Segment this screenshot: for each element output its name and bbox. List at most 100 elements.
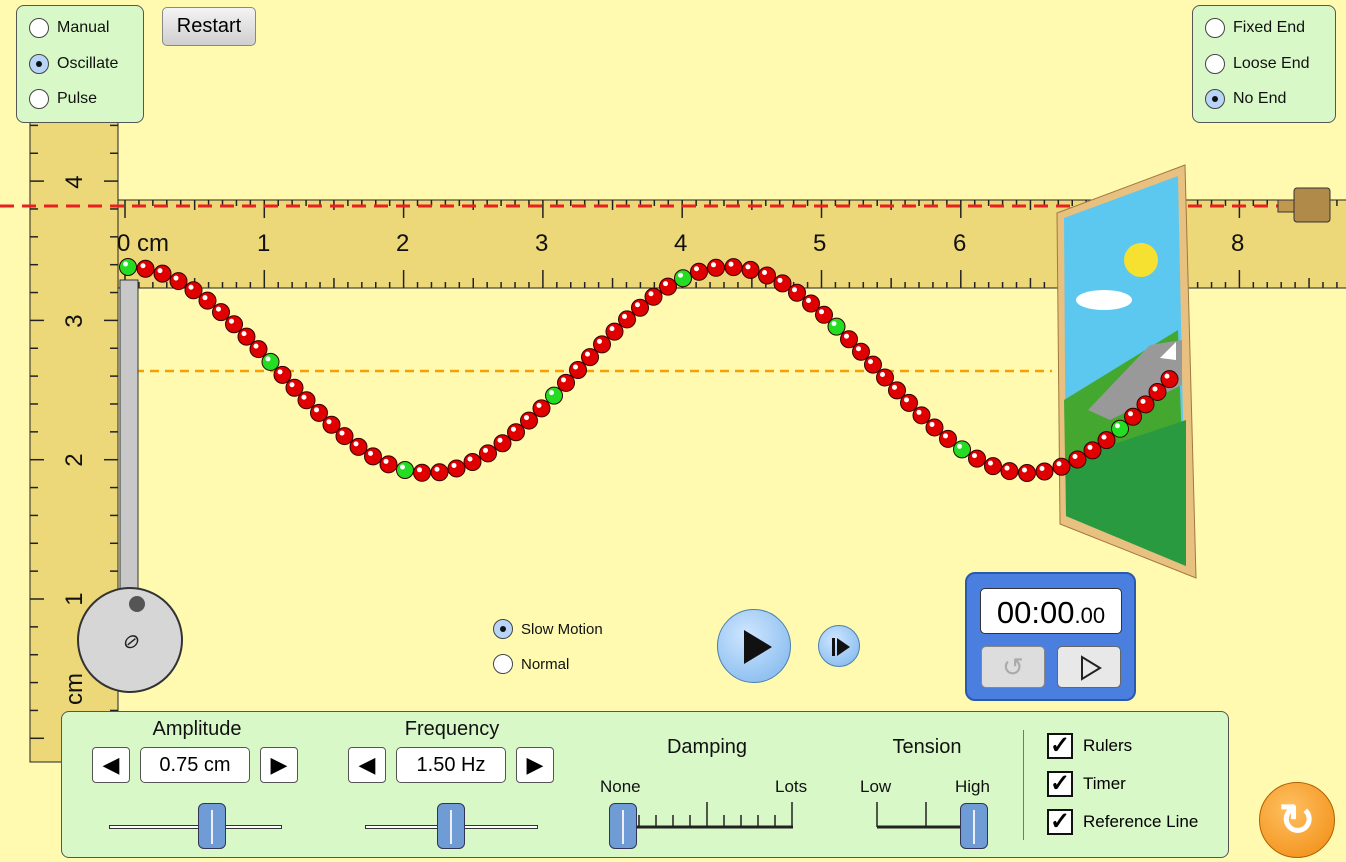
marker-bead[interactable] xyxy=(953,440,971,459)
frequency-slider-thumb[interactable] xyxy=(437,803,465,849)
fixed-end-radio[interactable]: Fixed End xyxy=(1205,18,1305,38)
string-bead[interactable] xyxy=(225,315,243,334)
string-bead[interactable] xyxy=(212,303,230,322)
string-bead[interactable] xyxy=(273,365,292,384)
normal-speed-radio[interactable]: Normal xyxy=(493,654,569,674)
string-bead[interactable] xyxy=(690,262,708,281)
string-bead[interactable] xyxy=(413,463,431,482)
string-bead[interactable] xyxy=(900,393,918,412)
timer-start-button[interactable] xyxy=(1057,646,1121,688)
bead-highlight xyxy=(762,269,767,275)
string-bead[interactable] xyxy=(349,437,368,456)
string-bead[interactable] xyxy=(707,258,725,277)
no-end-radio[interactable]: No End xyxy=(1205,89,1286,109)
tension-slider-thumb[interactable] xyxy=(960,803,988,849)
marker-bead[interactable] xyxy=(119,258,137,276)
string-bead[interactable] xyxy=(593,335,611,354)
amplitude-value[interactable]: 0.75 cm xyxy=(140,747,250,783)
string-bead[interactable] xyxy=(430,463,449,482)
string-bead[interactable] xyxy=(968,449,986,468)
string-bead[interactable] xyxy=(532,399,551,418)
string-bead[interactable] xyxy=(1068,450,1087,469)
string-bead[interactable] xyxy=(1148,382,1167,401)
frequency-value[interactable]: 1.50 Hz xyxy=(396,747,506,783)
string-bead[interactable] xyxy=(463,453,482,472)
marker-bead[interactable] xyxy=(545,386,563,405)
marker-bead[interactable] xyxy=(261,352,280,371)
wheel-pin xyxy=(129,596,145,612)
marker-bead[interactable] xyxy=(827,317,846,336)
string-bead[interactable] xyxy=(1052,457,1071,476)
string-bead[interactable] xyxy=(605,322,624,341)
string-bead[interactable] xyxy=(479,444,497,463)
string-bead[interactable] xyxy=(852,342,870,361)
string-bead[interactable] xyxy=(724,258,743,277)
string-bead[interactable] xyxy=(1160,370,1179,389)
string-bead[interactable] xyxy=(297,391,316,410)
mode-oscillate-radio[interactable]: Oscillate xyxy=(29,54,118,74)
string-bead[interactable] xyxy=(912,406,931,425)
string-bead[interactable] xyxy=(1018,463,1036,482)
string-bead[interactable] xyxy=(864,355,882,374)
stopwatch[interactable]: 00:00.00 ↺ xyxy=(965,572,1136,701)
marker-bead[interactable] xyxy=(396,461,414,480)
string-bead[interactable] xyxy=(659,277,677,296)
string-bead[interactable] xyxy=(631,298,649,317)
string-bead[interactable] xyxy=(581,348,599,367)
frequency-increase-button[interactable]: ▶ xyxy=(516,747,554,783)
play-button[interactable] xyxy=(717,609,791,683)
string-bead[interactable] xyxy=(1124,407,1142,426)
damping-slider-thumb[interactable] xyxy=(609,803,637,849)
string-bead[interactable] xyxy=(925,418,944,437)
string-bead[interactable] xyxy=(153,264,172,283)
mode-manual-radio[interactable]: Manual xyxy=(29,18,109,38)
damping-slider-track[interactable] xyxy=(622,797,802,837)
string-bead[interactable] xyxy=(169,272,188,291)
speed-label: Normal xyxy=(521,655,570,673)
string-bead[interactable] xyxy=(773,274,792,293)
string-bead[interactable] xyxy=(876,368,894,387)
string-bead[interactable] xyxy=(184,281,203,300)
step-button[interactable] xyxy=(818,625,860,667)
string-bead[interactable] xyxy=(569,361,587,379)
string-bead[interactable] xyxy=(557,373,575,392)
string-bead[interactable] xyxy=(198,291,217,310)
string-bead[interactable] xyxy=(741,260,760,279)
restart-button[interactable]: Restart xyxy=(162,7,256,46)
reference-line-checkbox[interactable]: ✓ Reference Line xyxy=(1047,809,1198,835)
string-bead[interactable] xyxy=(788,283,806,302)
string-bead[interactable] xyxy=(520,411,538,430)
string-bead[interactable] xyxy=(939,429,957,448)
mode-pulse-radio[interactable]: Pulse xyxy=(29,89,97,109)
string-bead[interactable] xyxy=(984,457,1002,476)
loose-end-radio[interactable]: Loose End xyxy=(1205,54,1310,74)
reset-all-button[interactable]: ↻ xyxy=(1259,782,1335,858)
string-bead[interactable] xyxy=(644,287,663,306)
string-bead[interactable] xyxy=(136,259,155,278)
amplitude-increase-button[interactable]: ▶ xyxy=(260,747,298,783)
checkmark-icon: ✓ xyxy=(1047,733,1073,759)
string-bead[interactable] xyxy=(335,427,354,446)
string-bead[interactable] xyxy=(1000,462,1019,481)
slow-motion-radio[interactable]: Slow Motion xyxy=(493,619,603,639)
string-bead[interactable] xyxy=(1083,441,1102,460)
string-bead[interactable] xyxy=(507,423,525,442)
timer-checkbox[interactable]: ✓ Timer xyxy=(1047,771,1126,797)
amplitude-slider-track[interactable] xyxy=(109,825,282,829)
frequency-decrease-button[interactable]: ◀ xyxy=(348,747,386,783)
string-bead[interactable] xyxy=(758,266,776,285)
string-bead[interactable] xyxy=(1035,462,1054,481)
string-bead[interactable] xyxy=(618,310,636,329)
string-bead[interactable] xyxy=(493,434,512,453)
string-bead[interactable] xyxy=(447,459,466,478)
amplitude-decrease-button[interactable]: ◀ xyxy=(92,747,130,783)
marker-bead[interactable] xyxy=(674,269,692,288)
string-bead[interactable] xyxy=(249,340,268,359)
string-bead[interactable] xyxy=(379,455,398,474)
string-bead[interactable] xyxy=(364,447,382,466)
timer-reset-button[interactable]: ↺ xyxy=(981,646,1045,688)
marker-bead[interactable] xyxy=(1111,419,1129,438)
string-bead[interactable] xyxy=(1097,431,1116,450)
amplitude-slider-thumb[interactable] xyxy=(198,803,226,849)
rulers-checkbox[interactable]: ✓ Rulers xyxy=(1047,733,1132,759)
